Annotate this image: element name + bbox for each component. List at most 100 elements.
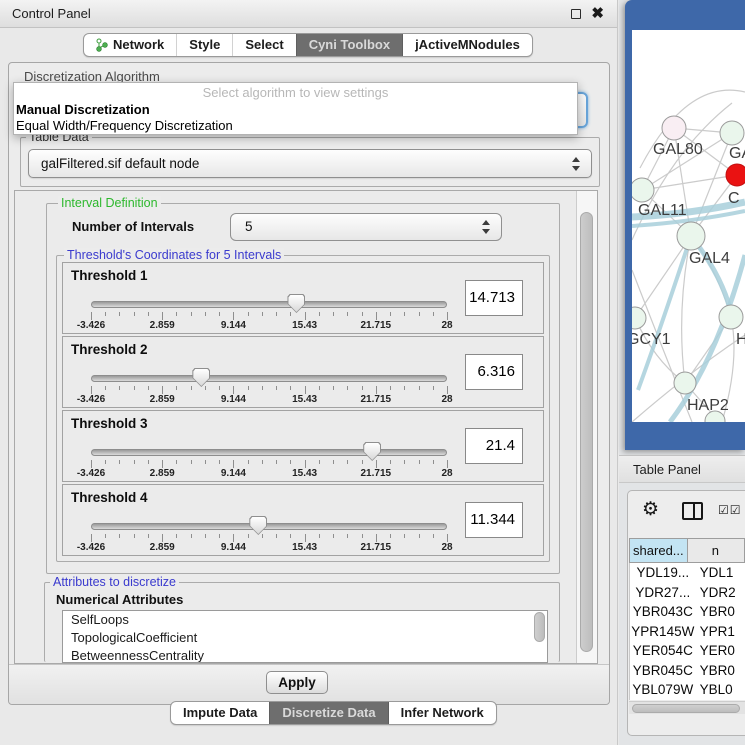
network-node-ga[interactable] — [720, 121, 744, 145]
algorithm-dropdown-popup: Select algorithm to view settings Manual… — [13, 82, 578, 135]
cell-name[interactable]: YBR0 — [696, 661, 745, 681]
attribute-item-betweennesscentrality[interactable]: BetweennessCentrality — [63, 647, 547, 663]
attributes-scrollbar-thumb[interactable] — [534, 612, 545, 642]
slider-tick-labels: -3.4262.8599.14415.4321.71528 — [91, 542, 447, 554]
table-row[interactable]: YER054CYER0 — [630, 641, 745, 661]
threshold-slider[interactable]: -3.4262.8599.14415.4321.71528 — [91, 368, 447, 406]
network-node-gal4[interactable] — [677, 222, 705, 250]
gear-icon[interactable]: ⚙ — [642, 498, 659, 521]
network-node-label: GAL80 — [653, 141, 703, 158]
cell-name[interactable]: YDR2 — [696, 583, 745, 603]
table-row[interactable]: YBR045CYBR0 — [630, 661, 745, 681]
network-canvas[interactable]: GAL80GACGAL11GAL4GCY1HHAP2 — [632, 30, 745, 422]
network-node-hap2[interactable] — [674, 372, 696, 394]
attribute-item-selfloops[interactable]: SelfLoops — [63, 611, 547, 629]
column-header-shared-name[interactable]: shared... — [629, 538, 688, 563]
node-table-rows: YDL19...YDL1YDR27...YDR2YBR043CYBR0YPR14… — [629, 563, 745, 700]
tab-label: Impute Data — [183, 702, 257, 724]
cell-shared-name[interactable]: YDL19... — [630, 563, 696, 583]
cell-shared-name[interactable]: YBL079W — [630, 680, 696, 700]
network-node-gcy1[interactable] — [632, 307, 646, 329]
threshold-slider[interactable]: -3.4262.8599.14415.4321.71528 — [91, 516, 447, 554]
tab-impute-data[interactable]: Impute Data — [171, 702, 269, 724]
slider-track[interactable] — [91, 375, 447, 382]
table-row[interactable]: YLR345WYLR3 — [630, 700, 745, 701]
cell-shared-name[interactable]: YDR27... — [630, 583, 696, 603]
threshold-value-field[interactable]: 21.4 — [465, 428, 523, 464]
table-row[interactable]: YBR043CYBR0 — [630, 602, 745, 622]
table-data-combobox[interactable]: galFiltered.sif default node — [28, 149, 592, 178]
threshold-label: Threshold 4 — [71, 490, 148, 505]
network-node-label: GAL11 — [638, 202, 687, 219]
algorithm-placeholder-option[interactable]: Select algorithm to view settings — [14, 83, 577, 102]
control-panel: Control Panel ✖ Network Style Select Cyni T… — [0, 0, 618, 745]
split-columns-icon[interactable] — [682, 502, 703, 520]
network-node-gal11[interactable] — [632, 178, 654, 202]
cell-name[interactable]: YPR1 — [696, 622, 745, 642]
tab-label: Discretize Data — [282, 702, 375, 724]
select-columns-icon[interactable]: ☑☑ — [718, 503, 742, 517]
combo-arrows-icon — [572, 157, 581, 171]
slider-tick-labels: -3.4262.8599.14415.4321.71528 — [91, 394, 447, 406]
tab-style[interactable]: Style — [176, 34, 232, 56]
threshold-slider[interactable]: -3.4262.8599.14415.4321.71528 — [91, 442, 447, 480]
slider-track[interactable] — [91, 523, 447, 530]
tab-jactivemnodules[interactable]: jActiveMNodules — [402, 34, 532, 56]
network-node-label: GA — [729, 145, 745, 162]
cell-shared-name[interactable]: YBR043C — [630, 602, 696, 622]
float-window-icon[interactable] — [571, 9, 581, 19]
attributes-section-title: Attributes to discretize — [50, 575, 179, 589]
tab-label: Infer Network — [401, 702, 484, 724]
number-of-intervals-spinner[interactable]: 5 — [230, 213, 502, 241]
tab-label: Style — [189, 34, 220, 56]
table-panel-title: Table Panel — [633, 456, 701, 483]
attribute-item-topologicalcoefficient[interactable]: TopologicalCoefficient — [63, 629, 547, 647]
column-header-name[interactable]: n — [688, 538, 745, 563]
node-table-header: shared... n — [629, 538, 745, 563]
table-hscrollbar-thumb[interactable] — [632, 704, 740, 713]
number-of-intervals-label: Number of Intervals — [72, 219, 194, 234]
threshold-value-field[interactable]: 14.713 — [465, 280, 523, 316]
network-node-gal80[interactable] — [662, 116, 686, 140]
network-edge[interactable] — [642, 175, 737, 190]
numerical-attributes-list[interactable]: SelfLoopsTopologicalCoefficientBetweenne… — [62, 610, 548, 663]
table-row[interactable]: YBL079WYBL0 — [630, 680, 745, 700]
close-icon[interactable]: ✖ — [591, 4, 604, 22]
tab-cyni-toolbox[interactable]: Cyni Toolbox — [296, 34, 402, 56]
cell-shared-name[interactable]: YPR145W — [630, 622, 696, 642]
threshold-row: Threshold 3 -3.4262.8599.14415.4321.7152… — [62, 410, 544, 482]
tab-label: Select — [245, 34, 283, 56]
slider-track[interactable] — [91, 449, 447, 456]
control-panel-title: Control Panel — [12, 0, 91, 27]
scrollbar-thumb[interactable] — [580, 212, 593, 652]
network-icon — [96, 38, 108, 52]
cell-name[interactable]: YBR0 — [696, 602, 745, 622]
tab-infer-network[interactable]: Infer Network — [388, 702, 496, 724]
network-node-c[interactable] — [726, 164, 745, 186]
cell-name[interactable]: YDL1 — [696, 563, 745, 583]
table-row[interactable]: YDL19...YDL1 — [630, 563, 745, 583]
tab-label: Cyni Toolbox — [309, 34, 390, 56]
table-row[interactable]: YPR145WYPR1 — [630, 622, 745, 642]
tab-discretize-data[interactable]: Discretize Data — [269, 702, 387, 724]
slider-track[interactable] — [91, 301, 447, 308]
algorithm-option-manual[interactable]: Manual Discretization — [14, 102, 577, 118]
network-node-h[interactable] — [719, 305, 743, 329]
tab-select[interactable]: Select — [232, 34, 295, 56]
cell-shared-name[interactable]: YER054C — [630, 641, 696, 661]
threshold-value-field[interactable]: 11.344 — [465, 502, 523, 538]
cell-name[interactable]: YER0 — [696, 641, 745, 661]
threshold-value-field[interactable]: 6.316 — [465, 354, 523, 390]
cell-shared-name[interactable]: YLR345W — [630, 700, 696, 701]
table-row[interactable]: YDR27...YDR2 — [630, 583, 745, 603]
algorithm-option-equal-width[interactable]: Equal Width/Frequency Discretization — [14, 118, 577, 134]
cell-name[interactable]: YLR3 — [696, 700, 745, 701]
tab-network[interactable]: Network — [84, 34, 176, 56]
network-node-label: GCY1 — [632, 331, 671, 348]
table-hscrollbar-track[interactable] — [629, 701, 745, 714]
network-node-label: C — [728, 190, 740, 207]
apply-button[interactable]: Apply — [266, 671, 328, 694]
threshold-slider[interactable]: -3.4262.8599.14415.4321.71528 — [91, 294, 447, 332]
cell-name[interactable]: YBL0 — [696, 680, 745, 700]
cell-shared-name[interactable]: YBR045C — [630, 661, 696, 681]
